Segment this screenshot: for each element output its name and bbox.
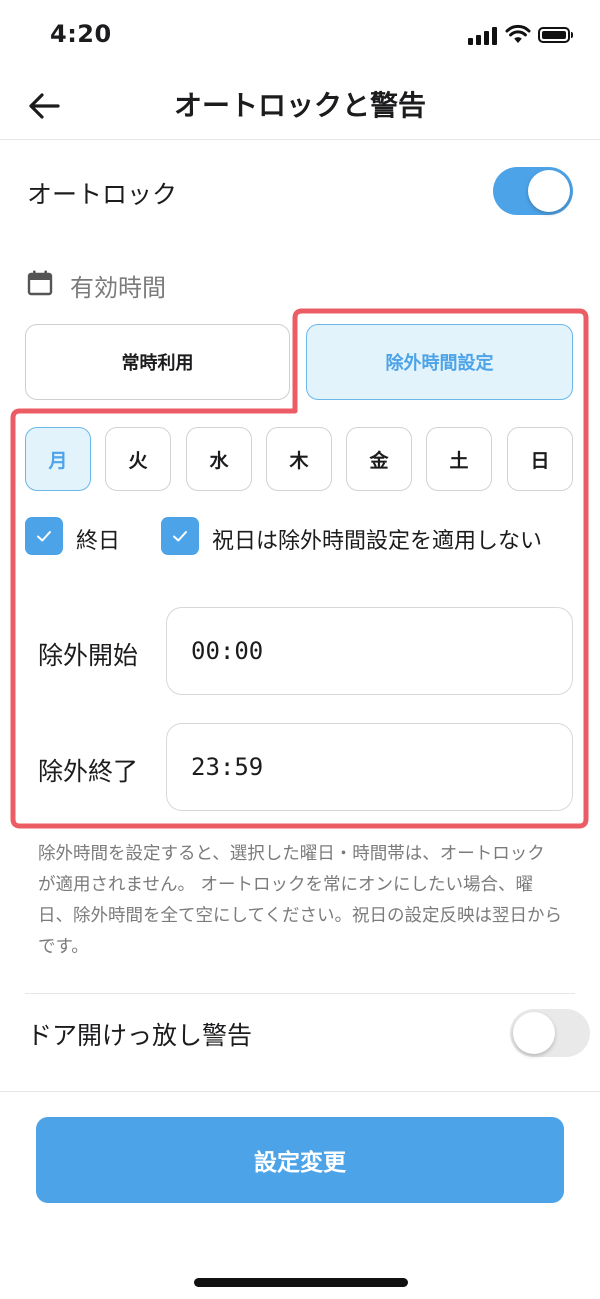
wifi-icon [505, 24, 531, 43]
day-button-wed[interactable]: 水 [186, 427, 252, 491]
exclude-end-label: 除外終了 [38, 757, 139, 786]
auto-lock-toggle[interactable] [493, 167, 573, 215]
cellular-signal-icon [468, 27, 498, 45]
auto-lock-label: オートロック [27, 180, 178, 209]
checkmark-icon [37, 531, 51, 542]
exclude-time-note: 除外時間を設定すると、選択した曜日・時間帯は、オートロックが適用されません。 オ… [38, 844, 562, 957]
holiday-label: 祝日は除外時間設定を適用しない [212, 529, 543, 554]
home-indicator [194, 1278, 408, 1287]
battery-icon [538, 27, 573, 43]
always-use-button[interactable]: 常時利用 [25, 324, 290, 400]
calendar-icon [27, 270, 53, 296]
door-alert-label: ドア開けっ放し警告 [27, 1021, 253, 1050]
status-time: 4:20 [50, 20, 112, 48]
door-alert-toggle[interactable] [510, 1009, 590, 1057]
exclude-end-input[interactable]: 23:59 [166, 723, 573, 811]
day-button-sun[interactable]: 日 [507, 427, 573, 491]
day-button-mon[interactable]: 月 [25, 427, 91, 491]
exclude-start-label: 除外開始 [38, 641, 139, 670]
day-button-sat[interactable]: 土 [426, 427, 492, 491]
valid-time-label: 有効時間 [70, 274, 166, 302]
all-day-label: 終日 [76, 529, 121, 554]
header-divider [0, 139, 600, 140]
toggle-knob [513, 1012, 555, 1054]
exclude-start-input[interactable]: 00:00 [166, 607, 573, 695]
toggle-knob [528, 170, 570, 212]
exclude-time-button[interactable]: 除外時間設定 [306, 324, 573, 400]
day-button-fri[interactable]: 金 [346, 427, 412, 491]
save-settings-button[interactable]: 設定変更 [36, 1117, 564, 1203]
checkmark-icon [173, 531, 187, 542]
day-button-tue[interactable]: 火 [105, 427, 171, 491]
holiday-checkbox[interactable] [161, 517, 199, 555]
footer-divider [0, 1091, 600, 1092]
page-title: オートロックと警告 [173, 89, 426, 122]
day-button-thu[interactable]: 木 [266, 427, 332, 491]
all-day-checkbox[interactable] [25, 517, 63, 555]
section-divider [25, 993, 575, 994]
